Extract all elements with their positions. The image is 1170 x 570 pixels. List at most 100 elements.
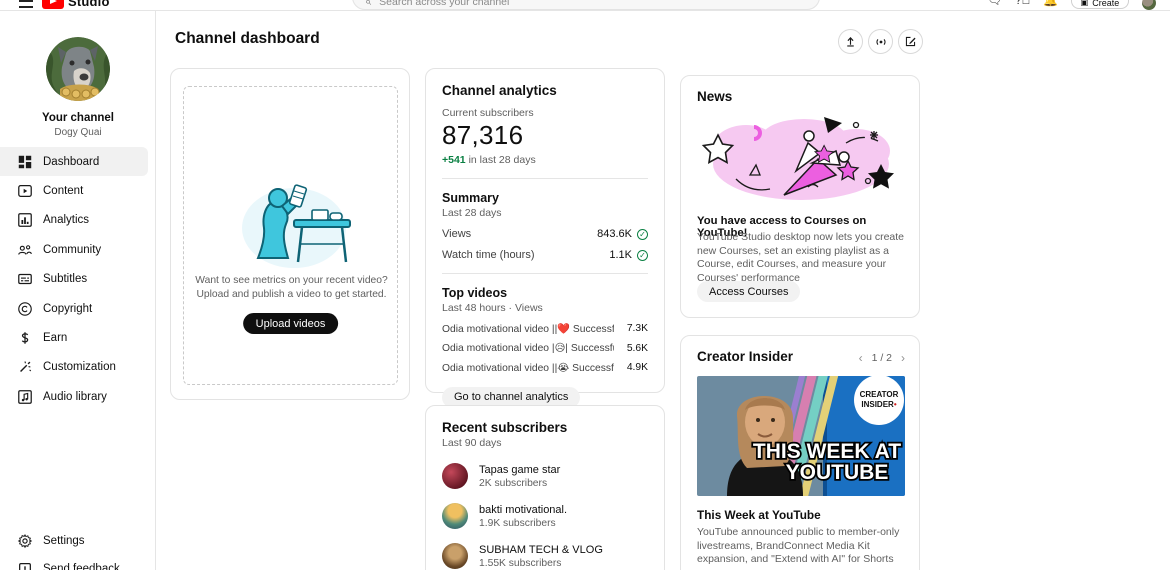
subscriber-avatar: [442, 463, 468, 489]
create-button[interactable]: ▣ Create: [1071, 0, 1129, 9]
chevron-left-icon[interactable]: ‹: [859, 352, 863, 364]
go-live-icon[interactable]: [868, 29, 893, 54]
feedback-bubble-icon[interactable]: 🗨: [987, 0, 1002, 9]
sidebar-item-customization[interactable]: Customization: [0, 353, 156, 382]
insider-body: YouTube announced public to member-only …: [697, 526, 905, 567]
search-input[interactable]: [379, 0, 759, 8]
subscriber-row[interactable]: bakti motivational. 1.9K subscribers: [442, 503, 648, 529]
sidebar-item-dashboard[interactable]: Dashboard: [0, 147, 148, 176]
subtitles-icon: [16, 270, 34, 288]
top-video-row[interactable]: Odia motivational video ||❤️ Successful …: [442, 322, 648, 335]
upload-hint-line1: Want to see metrics on your recent video…: [184, 275, 399, 286]
youtube-studio-logo[interactable]: Studio: [42, 0, 110, 9]
sidebar-item-audio-library[interactable]: Audio library: [0, 382, 156, 411]
svg-text:CREATOR: CREATOR: [860, 390, 899, 399]
thumb-text-line1: THIS WEEK AT: [753, 440, 901, 463]
main-content: Channel dashboard: [156, 11, 1170, 570]
sidebar-item-earn[interactable]: Earn: [0, 323, 156, 352]
analytics-card-title: Channel analytics: [442, 83, 648, 98]
subscriber-avatar: [442, 503, 468, 529]
upload-videos-card: Want to see metrics on your recent video…: [170, 68, 410, 400]
creator-insider-card: Creator Insider ‹ 1 / 2 ›: [680, 335, 920, 570]
youtube-studio-dashboard: Studio ⌕ 🗨 ?⃝ 🔔 ▣ Create: [0, 0, 1170, 570]
channel-name: Dogy Quai: [0, 127, 156, 138]
svg-text:INSIDER•: INSIDER•: [861, 400, 896, 409]
create-post-icon[interactable]: [898, 29, 923, 54]
recent-subscribers-period: Last 90 days: [442, 437, 648, 449]
audio-library-icon: [16, 388, 34, 406]
summary-period: Last 28 days: [442, 207, 648, 219]
insider-video-thumbnail[interactable]: CREATOR INSIDER• THIS WEEK AT YOUTUBE: [697, 376, 905, 496]
recent-subscribers-title: Recent subscribers: [442, 420, 648, 435]
create-video-icon: ▣: [1081, 0, 1089, 7]
subscriber-row[interactable]: Tapas game star 2K subscribers: [442, 463, 648, 489]
topbar-actions: 🗨 ?⃝ 🔔 ▣ Create: [987, 0, 1156, 11]
search-icon: ⌕: [365, 0, 371, 8]
top-video-row[interactable]: Odia motivational video ||😭 Successful S…: [442, 362, 648, 374]
views-value: 843.6K: [597, 228, 632, 240]
dog-avatar-image: [46, 37, 110, 101]
sidebar: Your channel Dogy Quai Dashboard Content: [0, 11, 156, 570]
channel-analytics-card: Channel analytics Current subscribers 87…: [425, 68, 665, 393]
news-title: News: [697, 89, 903, 104]
your-channel-label: Your channel: [0, 112, 156, 124]
check-circle-icon: ✓: [637, 250, 648, 261]
subscriber-count: 87,316: [442, 120, 648, 151]
summary-title: Summary: [442, 191, 648, 205]
metric-row-views[interactable]: Views 843.6K ✓: [442, 228, 648, 240]
access-courses-button[interactable]: Access Courses: [697, 281, 800, 302]
news-card: News: [680, 75, 920, 318]
help-icon[interactable]: ?⃝: [1015, 0, 1030, 9]
sidebar-item-content[interactable]: Content: [0, 176, 156, 205]
menu-icon[interactable]: [19, 0, 33, 10]
customization-icon: [16, 358, 34, 376]
page-title: Channel dashboard: [175, 30, 320, 48]
channel-info: Your channel Dogy Quai: [0, 112, 156, 138]
sidebar-footer: Settings Send feedback: [0, 527, 156, 570]
youtube-play-icon: [42, 0, 64, 9]
account-avatar[interactable]: [1142, 0, 1156, 10]
chevron-right-icon[interactable]: ›: [901, 352, 905, 364]
search-bar[interactable]: ⌕: [352, 0, 820, 10]
recent-subscribers-card: Recent subscribers Last 90 days Tapas ga…: [425, 405, 665, 570]
upload-dropzone: Want to see metrics on your recent video…: [183, 86, 398, 385]
sidebar-item-community[interactable]: Community: [0, 235, 156, 264]
logo-text: Studio: [68, 0, 110, 9]
insider-pager: ‹ 1 / 2 ›: [859, 352, 905, 364]
upload-video-icon[interactable]: [838, 29, 863, 54]
dashboard-icon: [16, 153, 34, 171]
metric-row-watch-time[interactable]: Watch time (hours) 1.1K ✓: [442, 249, 648, 261]
upload-hint-line2: Upload and publish a video to get starte…: [184, 289, 399, 300]
current-subscribers-label: Current subscribers: [442, 107, 648, 119]
channel-avatar[interactable]: [46, 37, 110, 101]
settings-icon: [16, 532, 34, 550]
sidebar-item-analytics[interactable]: Analytics: [0, 206, 156, 235]
copyright-icon: [16, 300, 34, 318]
insider-headline: This Week at YouTube: [697, 508, 821, 522]
content-icon: [16, 182, 34, 200]
thumb-text-line2: YOUTUBE: [786, 461, 889, 484]
top-video-row[interactable]: Odia motivational video |😥| Successful S…: [442, 342, 648, 354]
earn-icon: [16, 329, 34, 347]
page-indicator: 1 / 2: [872, 352, 892, 364]
sidebar-nav: Dashboard Content Analytics Community: [0, 147, 156, 412]
top-videos-period: Last 48 hours · Views: [442, 302, 648, 314]
watch-time-value: 1.1K: [609, 249, 632, 261]
sidebar-item-settings[interactable]: Settings: [0, 527, 156, 555]
community-icon: [16, 241, 34, 259]
divider: [442, 273, 648, 274]
upload-videos-button[interactable]: Upload videos: [243, 313, 339, 334]
notifications-bell-icon[interactable]: 🔔: [1043, 0, 1058, 9]
divider: [442, 178, 648, 179]
top-videos-title: Top videos: [442, 286, 648, 300]
subscriber-row[interactable]: SUBHAM TECH & VLOG 1.55K subscribers: [442, 543, 648, 569]
subscriber-avatar: [442, 543, 468, 569]
header-actions: [838, 29, 923, 54]
news-body: YouTube Studio desktop now lets you crea…: [697, 231, 905, 285]
subscriber-delta: +541 in last 28 days: [442, 154, 648, 166]
upload-illustration: [236, 182, 366, 270]
news-illustration: [696, 109, 906, 209]
sidebar-item-subtitles[interactable]: Subtitles: [0, 265, 156, 294]
sidebar-item-send-feedback[interactable]: Send feedback: [0, 555, 156, 570]
sidebar-item-copyright[interactable]: Copyright: [0, 294, 156, 323]
